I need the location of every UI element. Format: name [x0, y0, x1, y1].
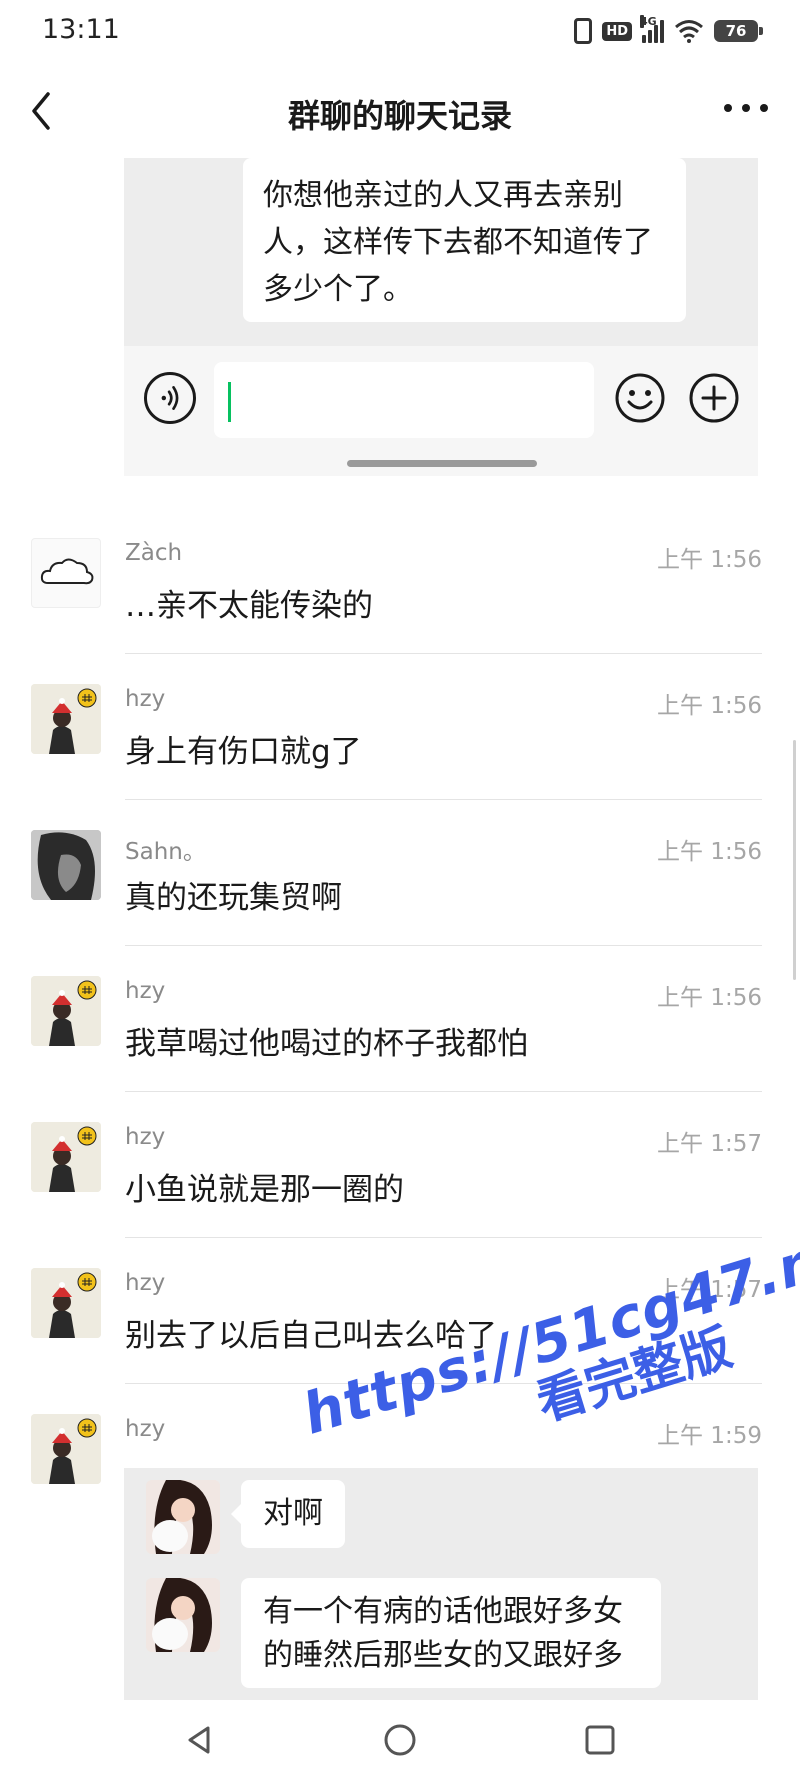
list-item[interactable]: Zàch 上午 1:56 …亲不太能传染的: [0, 532, 800, 654]
divider: [125, 1237, 762, 1238]
message-time: 上午 1:56: [657, 839, 762, 865]
hzy-avatar-image: [31, 1122, 101, 1192]
wifi-icon: [675, 20, 703, 43]
message-text: 真的还玩集贸啊: [125, 880, 342, 916]
girl-avatar-image: [146, 1578, 220, 1652]
voice-icon[interactable]: [144, 372, 196, 424]
navigation-bar: 群聊的聊天记录: [0, 64, 800, 160]
message-text: 身上有伤口就g了: [125, 734, 362, 770]
message-time: 上午 1:56: [657, 547, 762, 573]
plus-icon[interactable]: [688, 372, 740, 424]
hzy-avatar: [31, 976, 101, 1046]
status-bar: 13:11 HD 4G 76: [0, 0, 800, 64]
chat-bubble: 有一个有病的话他跟好多女的睡然后那些女的又跟好多: [241, 1578, 661, 1688]
home-indicator: [347, 460, 537, 467]
signal-icon: 4G: [640, 15, 664, 43]
home-circle-icon[interactable]: [380, 1720, 420, 1760]
divider: [125, 1091, 762, 1092]
message-text: 小鱼说就是那一圈的: [125, 1172, 404, 1208]
hzy-avatar-image: [31, 976, 101, 1046]
recents-square-icon[interactable]: [580, 1720, 620, 1760]
message-input[interactable]: [214, 362, 594, 438]
sender-name: hzy: [125, 1124, 166, 1150]
message-text: …亲不太能传染的: [125, 588, 373, 624]
cloud-icon: [40, 558, 94, 585]
vibrate-icon: [574, 18, 593, 44]
hzy-avatar: [31, 684, 101, 754]
more-dots-icon[interactable]: [724, 98, 768, 118]
hzy-avatar-image: [31, 1414, 101, 1484]
status-icons: HD 4G 76: [574, 15, 763, 44]
back-triangle-icon[interactable]: [180, 1720, 220, 1760]
network-type: 4G: [640, 15, 657, 28]
sahn-avatar: [31, 830, 101, 900]
chat-input-bar: [124, 346, 758, 476]
sender-name: hzy: [125, 1270, 166, 1296]
page-title: 群聊的聊天记录: [287, 97, 512, 135]
message-time: 上午 1:59: [657, 1423, 762, 1449]
scrollbar[interactable]: [793, 740, 796, 980]
list-item[interactable]: hzy 上午 1:56 身上有伤口就g了: [0, 678, 800, 800]
system-navigation-bar: [0, 1700, 800, 1784]
hzy-avatar: [31, 1414, 101, 1484]
message-time: 上午 1:57: [657, 1131, 762, 1157]
girl-avatar-image: [146, 1480, 220, 1554]
sender-name: hzy: [125, 978, 166, 1004]
hzy-avatar-image: [31, 1268, 101, 1338]
list-item[interactable]: Sahn。 上午 1:56 真的还玩集贸啊: [0, 824, 800, 946]
divider: [125, 799, 762, 800]
forwarded-chat-card: 你想他亲过的人又再去亲别人，这样传下去都不知道传了多少个了。: [124, 158, 758, 476]
hzy-avatar: [31, 1122, 101, 1192]
hd-badge: HD: [602, 21, 632, 41]
hzy-avatar: [31, 1268, 101, 1338]
list-item[interactable]: hzy 上午 1:56 我草喝过他喝过的杯子我都怕: [0, 970, 800, 1092]
list-item[interactable]: hzy 上午 1:57 小鱼说就是那一圈的: [0, 1116, 800, 1238]
message-time: 上午 1:56: [657, 985, 762, 1011]
status-time: 13:11: [42, 14, 120, 45]
divider: [125, 945, 762, 946]
hzy-avatar-image: [31, 684, 101, 754]
forwarded-image-card[interactable]: 对啊 有一个有病的话他跟好多女的睡然后那些女的又跟好多: [124, 1468, 758, 1700]
divider: [125, 653, 762, 654]
message-text: 我草喝过他喝过的杯子我都怕: [125, 1026, 528, 1062]
girl-avatar: [146, 1480, 220, 1554]
emoji-icon[interactable]: [614, 372, 666, 424]
sahn-avatar-image: [31, 830, 101, 900]
text-cursor: [228, 382, 231, 422]
sender-name: hzy: [125, 686, 166, 712]
sender-name: Sahn。: [125, 839, 206, 865]
sender-name: hzy: [125, 1416, 166, 1442]
girl-avatar: [146, 1578, 220, 1652]
battery-icon: 76: [714, 20, 763, 42]
message-time: 上午 1:56: [657, 693, 762, 719]
chat-bubble: 你想他亲过的人又再去亲别人，这样传下去都不知道传了多少个了。: [243, 158, 686, 322]
cloud-avatar: [31, 538, 101, 608]
sender-name: Zàch: [125, 540, 183, 566]
